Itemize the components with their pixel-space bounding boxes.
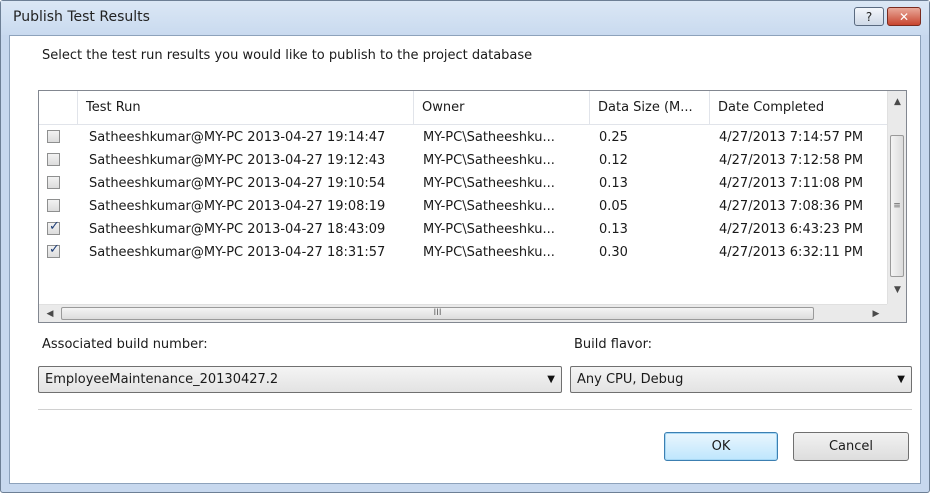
header-date-completed[interactable]: Date Completed <box>709 91 887 124</box>
scroll-left-icon[interactable]: ◀ <box>41 305 59 322</box>
cell-owner: MY-PC\Satheeshku... <box>423 245 555 260</box>
window-title: Publish Test Results <box>13 9 150 25</box>
row-checkbox[interactable] <box>47 176 60 189</box>
cell-owner: MY-PC\Satheeshku... <box>423 176 555 191</box>
horizontal-scrollbar[interactable]: ◀ III ▶ <box>39 304 887 322</box>
cell-date-completed: 4/27/2013 7:11:08 PM <box>719 176 864 191</box>
row-checkbox[interactable] <box>47 199 60 212</box>
cell-data-size: 0.05 <box>599 199 628 214</box>
list-header: Test Run Owner Data Size (M... Date Comp… <box>39 91 887 125</box>
vertical-scroll-thumb[interactable]: ≡ <box>890 135 904 277</box>
row-checkbox[interactable]: ✓ <box>47 242 60 258</box>
dialog-content: Select the test run results you would li… <box>9 35 921 484</box>
help-button[interactable]: ? <box>854 7 884 26</box>
row-checkbox[interactable] <box>47 153 60 166</box>
divider <box>38 409 912 410</box>
table-row[interactable]: ✓ Satheeshkumar@MY-PC 2013-04-27 18:43:0… <box>39 218 887 241</box>
cell-date-completed: 4/27/2013 6:32:11 PM <box>719 245 864 260</box>
build-number-value: EmployeeMaintenance_20130427.2 <box>45 372 279 387</box>
build-flavor-label: Build flavor: <box>574 337 653 352</box>
table-row[interactable]: Satheeshkumar@MY-PC 2013-04-27 19:08:19 … <box>39 195 887 218</box>
cell-test-run: Satheeshkumar@MY-PC 2013-04-27 19:10:54 <box>89 176 386 191</box>
header-checkbox-column <box>39 91 77 124</box>
build-flavor-value: Any CPU, Debug <box>577 372 684 387</box>
grip-icon: ≡ <box>893 200 901 211</box>
cell-test-run: Satheeshkumar@MY-PC 2013-04-27 18:43:09 <box>89 222 386 237</box>
cancel-button[interactable]: Cancel <box>793 432 909 461</box>
cell-data-size: 0.13 <box>599 222 628 237</box>
cell-test-run: Satheeshkumar@MY-PC 2013-04-27 19:12:43 <box>89 153 386 168</box>
help-icon: ? <box>865 9 873 24</box>
check-icon: ✓ <box>49 242 60 257</box>
header-owner[interactable]: Owner <box>413 91 589 124</box>
title-bar: Publish Test Results ? ✕ <box>1 1 929 35</box>
cell-data-size: 0.13 <box>599 176 628 191</box>
table-row[interactable]: ✓ Satheeshkumar@MY-PC 2013-04-27 18:31:5… <box>39 241 887 264</box>
scroll-right-icon[interactable]: ▶ <box>867 305 885 322</box>
cell-test-run: Satheeshkumar@MY-PC 2013-04-27 19:08:19 <box>89 199 386 214</box>
cell-date-completed: 4/27/2013 7:14:57 PM <box>719 130 864 145</box>
table-row[interactable]: Satheeshkumar@MY-PC 2013-04-27 19:12:43 … <box>39 149 887 172</box>
header-data-size[interactable]: Data Size (M... <box>589 91 709 124</box>
scroll-up-icon[interactable]: ▲ <box>888 93 906 110</box>
table-row[interactable]: Satheeshkumar@MY-PC 2013-04-27 19:10:54 … <box>39 172 887 195</box>
check-icon: ✓ <box>49 219 60 234</box>
chevron-down-icon: ▼ <box>897 374 905 385</box>
cell-owner: MY-PC\Satheeshku... <box>423 153 555 168</box>
cell-date-completed: 4/27/2013 6:43:23 PM <box>719 222 864 237</box>
cell-data-size: 0.25 <box>599 130 628 145</box>
scrollbar-corner <box>887 304 906 322</box>
header-test-run[interactable]: Test Run <box>77 91 413 124</box>
scroll-down-icon[interactable]: ▼ <box>888 281 906 298</box>
cell-owner: MY-PC\Satheeshku... <box>423 199 555 214</box>
test-run-list[interactable]: Test Run Owner Data Size (M... Date Comp… <box>38 90 907 323</box>
cell-owner: MY-PC\Satheeshku... <box>423 130 555 145</box>
table-row[interactable]: Satheeshkumar@MY-PC 2013-04-27 19:14:47 … <box>39 126 887 149</box>
cell-owner: MY-PC\Satheeshku... <box>423 222 555 237</box>
cell-data-size: 0.12 <box>599 153 628 168</box>
cell-test-run: Satheeshkumar@MY-PC 2013-04-27 19:14:47 <box>89 130 386 145</box>
cell-test-run: Satheeshkumar@MY-PC 2013-04-27 18:31:57 <box>89 245 386 260</box>
cell-data-size: 0.30 <box>599 245 628 260</box>
chevron-down-icon: ▼ <box>547 374 555 385</box>
cell-date-completed: 4/27/2013 7:08:36 PM <box>719 199 864 214</box>
instruction-label: Select the test run results you would li… <box>42 48 533 63</box>
close-button[interactable]: ✕ <box>887 7 921 26</box>
vertical-scrollbar[interactable]: ▲ ≡ ▼ <box>887 91 906 304</box>
build-number-label: Associated build number: <box>42 337 208 352</box>
row-checkbox[interactable]: ✓ <box>47 219 60 235</box>
grip-icon: III <box>433 308 442 318</box>
horizontal-scroll-thumb[interactable]: III <box>61 307 814 320</box>
publish-test-results-dialog: Publish Test Results ? ✕ Select the test… <box>0 0 930 493</box>
row-checkbox[interactable] <box>47 130 60 143</box>
cell-date-completed: 4/27/2013 7:12:58 PM <box>719 153 864 168</box>
build-flavor-dropdown[interactable]: Any CPU, Debug ▼ <box>570 366 912 393</box>
build-number-dropdown[interactable]: EmployeeMaintenance_20130427.2 ▼ <box>38 366 562 393</box>
ok-button[interactable]: OK <box>664 432 778 461</box>
close-icon: ✕ <box>898 9 910 24</box>
